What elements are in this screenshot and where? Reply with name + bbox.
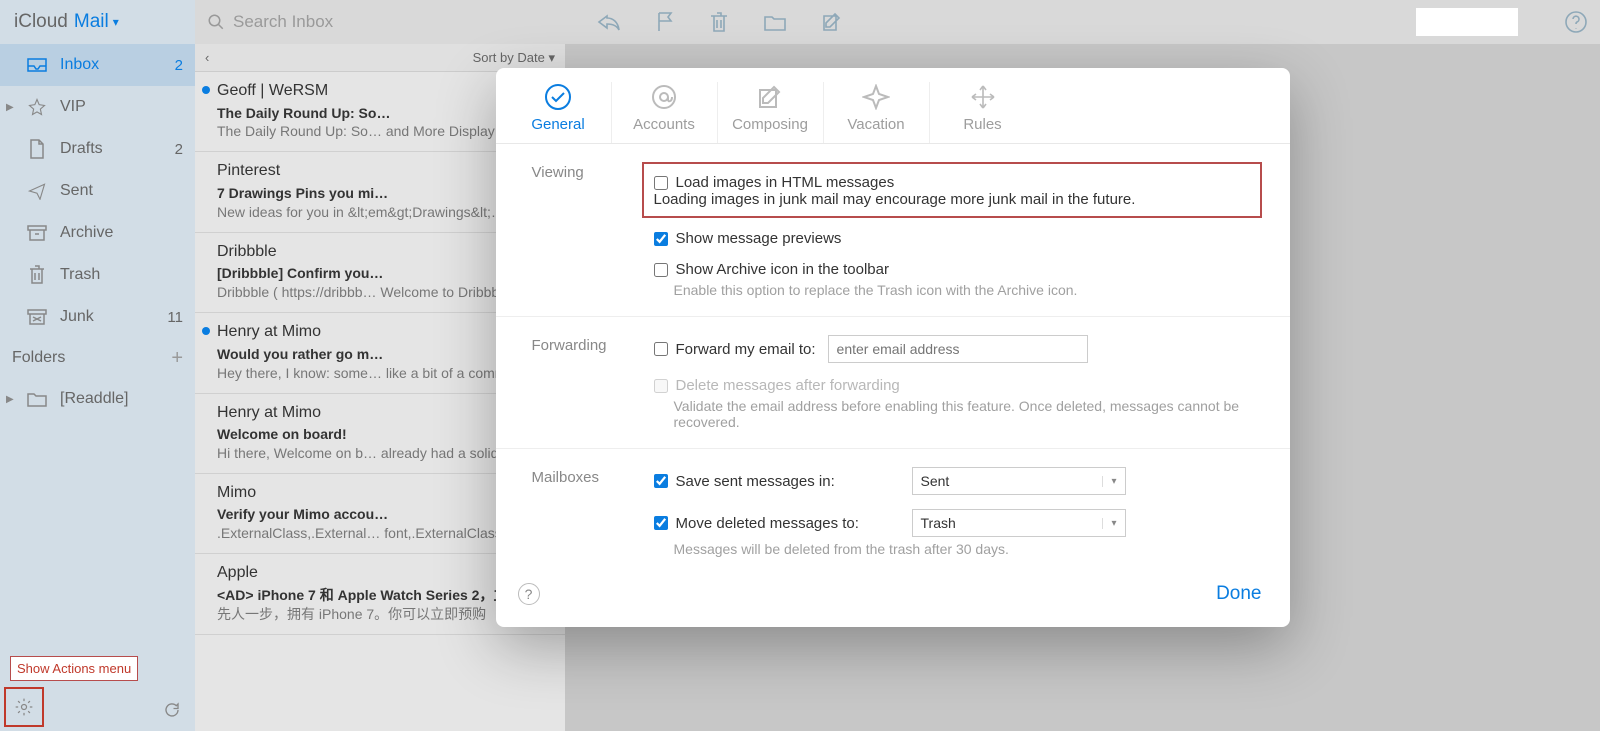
option-label: Delete messages after forwarding (676, 377, 900, 394)
section-viewing: Viewing Load images in HTML messages Loa… (496, 144, 1290, 317)
checkbox-forward[interactable] (654, 342, 668, 356)
help-icon[interactable]: ? (518, 583, 540, 605)
checkbox-move-deleted[interactable] (654, 516, 668, 530)
check-circle-icon (506, 82, 611, 112)
section-label: Forwarding (532, 335, 654, 430)
checkbox-show-archive[interactable] (654, 263, 668, 277)
select-trash-mailbox[interactable]: Trash▾ (912, 509, 1126, 537)
chevron-down-icon: ▾ (1102, 476, 1116, 487)
modal-footer: ? Done (496, 575, 1290, 613)
select-sent-mailbox[interactable]: Sent▾ (912, 467, 1126, 495)
tab-vacation[interactable]: Vacation (824, 82, 930, 143)
option-hint: Enable this option to replace the Trash … (674, 282, 1262, 298)
option-hint: Loading images in junk mail may encourag… (654, 191, 1250, 208)
checkbox-load-images[interactable] (654, 176, 668, 190)
tab-rules[interactable]: Rules (930, 82, 1036, 143)
at-icon (612, 82, 717, 112)
section-mailboxes: Mailboxes Save sent messages in: Sent▾ M… (496, 449, 1290, 575)
airplane-icon (824, 82, 929, 112)
highlighted-option: Load images in HTML messages Loading ima… (642, 162, 1262, 218)
option-label: Load images in HTML messages (676, 174, 895, 191)
tab-accounts[interactable]: Accounts (612, 82, 718, 143)
option-label: Show message previews (676, 230, 842, 247)
option-hint: Validate the email address before enabli… (674, 398, 1262, 430)
preferences-tabs: General Accounts Composing Vacation Rule… (496, 68, 1290, 144)
done-button[interactable]: Done (1216, 583, 1261, 605)
chevron-down-icon: ▾ (1102, 518, 1116, 529)
option-label: Move deleted messages to: (676, 515, 866, 532)
tab-composing[interactable]: Composing (718, 82, 824, 143)
preferences-modal: General Accounts Composing Vacation Rule… (496, 68, 1290, 627)
tab-general[interactable]: General (506, 82, 612, 143)
compose-icon (718, 82, 823, 112)
preferences-modal-backdrop: General Accounts Composing Vacation Rule… (0, 0, 1600, 731)
section-label: Viewing (532, 162, 654, 298)
option-label: Save sent messages in: (676, 473, 866, 490)
arrows-icon (930, 82, 1036, 112)
option-hint: Messages will be deleted from the trash … (674, 541, 1262, 557)
section-label: Mailboxes (532, 467, 654, 557)
section-forwarding: Forwarding Forward my email to: Delete m… (496, 317, 1290, 449)
checkbox-save-sent[interactable] (654, 474, 668, 488)
option-label: Forward my email to: (676, 341, 816, 358)
checkbox-delete-after-forward (654, 379, 668, 393)
checkbox-show-previews[interactable] (654, 232, 668, 246)
option-label: Show Archive icon in the toolbar (676, 261, 889, 278)
forward-email-input[interactable] (828, 335, 1088, 363)
